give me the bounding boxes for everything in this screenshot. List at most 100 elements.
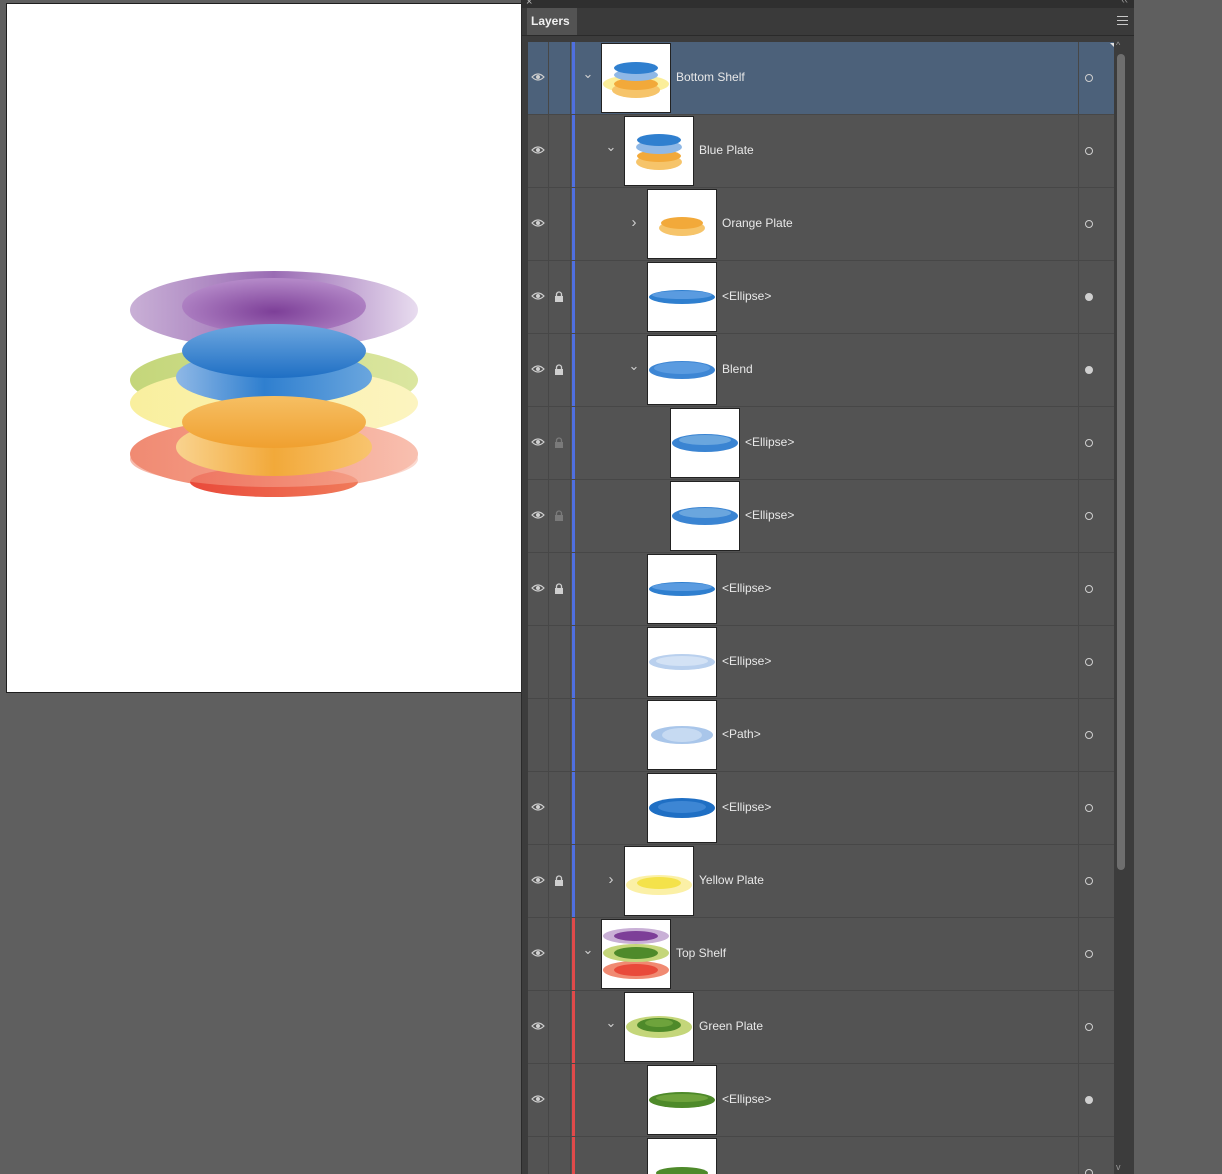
lock-icon[interactable] xyxy=(554,71,564,83)
lock-icon[interactable] xyxy=(554,290,564,302)
column-divider xyxy=(1078,991,1079,1063)
scroll-down-icon[interactable]: v xyxy=(1116,1162,1121,1172)
lock-icon[interactable] xyxy=(554,801,564,813)
layer-row[interactable]: › Yellow Plate xyxy=(528,845,1114,918)
visibility-eye-icon[interactable] xyxy=(531,946,545,960)
lock-icon[interactable] xyxy=(554,655,564,667)
tab-layers[interactable]: Layers xyxy=(527,8,577,35)
layer-row[interactable]: ⌄ Top Shelf xyxy=(528,918,1114,991)
lock-icon[interactable] xyxy=(554,1166,564,1174)
close-icon[interactable]: × xyxy=(526,0,532,8)
target-circle-icon[interactable] xyxy=(1085,220,1093,228)
layer-row[interactable]: › Orange Plate xyxy=(528,188,1114,261)
layer-name[interactable]: Yellow Plate xyxy=(699,873,764,887)
target-circle-icon[interactable] xyxy=(1085,293,1093,301)
layer-row[interactable]: ⌄ Blue Plate xyxy=(528,115,1114,188)
layer-row[interactable]: ⌄ Green Plate xyxy=(528,991,1114,1064)
target-circle-icon[interactable] xyxy=(1085,1023,1093,1031)
layer-name[interactable]: Blue Plate xyxy=(699,143,754,157)
lock-icon[interactable] xyxy=(554,1093,564,1105)
collapse-panel-icon[interactable]: ‹‹ xyxy=(1121,0,1128,6)
layer-name[interactable]: <Ellipse> xyxy=(722,654,771,668)
target-circle-icon[interactable] xyxy=(1085,1169,1093,1174)
layer-row[interactable]: <Ellipse> xyxy=(528,626,1114,699)
scroll-up-icon[interactable]: ^ xyxy=(1116,40,1120,50)
visibility-eye-icon[interactable] xyxy=(531,435,545,449)
target-circle-icon[interactable] xyxy=(1085,147,1093,155)
visibility-eye-icon[interactable] xyxy=(531,727,545,741)
layer-name[interactable]: <Ellipse> xyxy=(722,581,771,595)
visibility-eye-icon[interactable] xyxy=(531,800,545,814)
layer-name[interactable]: Top Shelf xyxy=(676,946,726,960)
chevron-down-icon[interactable]: ⌄ xyxy=(581,943,595,963)
visibility-eye-icon[interactable] xyxy=(531,581,545,595)
panel-menu-icon[interactable] xyxy=(1117,16,1128,28)
layer-row[interactable]: <Ellipse> xyxy=(528,1064,1114,1137)
visibility-eye-icon[interactable] xyxy=(531,143,545,157)
target-circle-icon[interactable] xyxy=(1085,804,1093,812)
layer-name[interactable]: Bottom Shelf xyxy=(676,70,745,84)
layer-row[interactable] xyxy=(528,1137,1114,1174)
plate-stack-artwork[interactable] xyxy=(7,4,521,692)
target-circle-icon[interactable] xyxy=(1085,366,1093,374)
chevron-down-icon[interactable]: ⌄ xyxy=(581,67,595,87)
chevron-down-icon[interactable]: ⌄ xyxy=(627,359,641,379)
artboard[interactable] xyxy=(7,4,521,692)
layer-name[interactable]: Blend xyxy=(722,362,753,376)
lock-icon[interactable] xyxy=(554,217,564,229)
chevron-down-icon[interactable]: ⌄ xyxy=(604,1016,618,1036)
lock-icon[interactable] xyxy=(554,363,564,375)
layer-name[interactable]: <Ellipse> xyxy=(722,800,771,814)
target-circle-icon[interactable] xyxy=(1085,74,1093,82)
visibility-eye-icon[interactable] xyxy=(531,289,545,303)
chevron-down-icon[interactable]: ⌄ xyxy=(604,140,618,160)
target-circle-icon[interactable] xyxy=(1085,439,1093,447)
lock-icon[interactable] xyxy=(554,436,564,448)
layer-list[interactable]: ⌄ Bottom Shelf ⌄ Blue Plate › Orange Plate <El… xyxy=(528,42,1114,1174)
visibility-eye-icon[interactable] xyxy=(531,1092,545,1106)
chevron-right-icon[interactable]: › xyxy=(627,213,641,233)
target-circle-icon[interactable] xyxy=(1085,950,1093,958)
visibility-eye-icon[interactable] xyxy=(531,1165,545,1174)
layer-row[interactable]: <Ellipse> xyxy=(528,261,1114,334)
chevron-right-icon[interactable]: › xyxy=(604,870,618,890)
visibility-eye-icon[interactable] xyxy=(531,362,545,376)
layer-color-bar xyxy=(572,772,575,844)
layer-name[interactable]: <Ellipse> xyxy=(745,435,794,449)
layer-row[interactable]: <Ellipse> xyxy=(528,407,1114,480)
target-circle-icon[interactable] xyxy=(1085,512,1093,520)
layer-row[interactable]: <Ellipse> xyxy=(528,480,1114,553)
lock-icon[interactable] xyxy=(554,728,564,740)
layer-row[interactable]: ⌄ Bottom Shelf xyxy=(528,42,1114,115)
lock-icon[interactable] xyxy=(554,874,564,886)
visibility-eye-icon[interactable] xyxy=(531,216,545,230)
target-circle-icon[interactable] xyxy=(1085,731,1093,739)
target-circle-icon[interactable] xyxy=(1085,658,1093,666)
target-circle-icon[interactable] xyxy=(1085,877,1093,885)
layer-thumbnail xyxy=(647,335,717,405)
visibility-eye-icon[interactable] xyxy=(531,873,545,887)
lock-icon[interactable] xyxy=(554,582,564,594)
visibility-eye-icon[interactable] xyxy=(531,70,545,84)
target-circle-icon[interactable] xyxy=(1085,1096,1093,1104)
visibility-eye-icon[interactable] xyxy=(531,654,545,668)
visibility-eye-icon[interactable] xyxy=(531,1019,545,1033)
layer-row[interactable]: <Path> xyxy=(528,699,1114,772)
layer-row[interactable]: <Ellipse> xyxy=(528,553,1114,626)
scroll-thumb[interactable] xyxy=(1117,54,1125,870)
lock-icon[interactable] xyxy=(554,1020,564,1032)
layers-scrollbar[interactable]: ^ v xyxy=(1115,40,1127,1174)
layer-name[interactable]: <Ellipse> xyxy=(722,289,771,303)
layer-row[interactable]: <Ellipse> xyxy=(528,772,1114,845)
target-circle-icon[interactable] xyxy=(1085,585,1093,593)
layer-name[interactable]: <Ellipse> xyxy=(745,508,794,522)
lock-icon[interactable] xyxy=(554,947,564,959)
layer-name[interactable]: <Ellipse> xyxy=(722,1092,771,1106)
visibility-eye-icon[interactable] xyxy=(531,508,545,522)
lock-icon[interactable] xyxy=(554,509,564,521)
layer-name[interactable]: <Path> xyxy=(722,727,761,741)
lock-icon[interactable] xyxy=(554,144,564,156)
layer-name[interactable]: Green Plate xyxy=(699,1019,763,1033)
layer-name[interactable]: Orange Plate xyxy=(722,216,793,230)
layer-row[interactable]: ⌄ Blend xyxy=(528,334,1114,407)
